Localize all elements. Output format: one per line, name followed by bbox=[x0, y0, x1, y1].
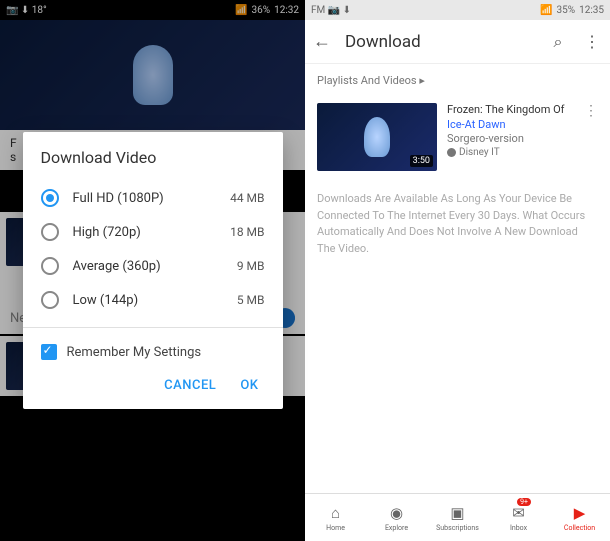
quality-option-average[interactable]: Average (360p) 9 MB bbox=[23, 249, 283, 283]
inbox-badge: 9+ bbox=[517, 498, 531, 506]
inbox-icon: ✉ bbox=[512, 504, 525, 522]
back-button[interactable]: ← bbox=[313, 31, 331, 52]
download-meta: Frozen: The Kingdom Of Ice-At Dawn Sorge… bbox=[447, 103, 574, 171]
remember-settings-row[interactable]: Remember My Settings bbox=[23, 338, 283, 364]
nav-home[interactable]: ⌂ Home bbox=[305, 494, 366, 541]
item-title: Frozen: The Kingdom Of bbox=[447, 103, 574, 117]
search-icon[interactable]: ⌕ bbox=[548, 32, 568, 52]
status-icons: FM 📷 ⬇ bbox=[311, 5, 351, 16]
nav-explore[interactable]: ◉ Explore bbox=[366, 494, 427, 541]
item-version: Sorgero-version bbox=[447, 132, 574, 145]
channel-name: Disney IT bbox=[459, 147, 500, 158]
option-label: Low (144p) bbox=[73, 293, 237, 308]
radio-icon bbox=[41, 291, 59, 309]
dialog-divider bbox=[23, 327, 283, 328]
duration-badge: 3:50 bbox=[410, 155, 433, 167]
cancel-button[interactable]: CANCEL bbox=[164, 378, 216, 393]
remember-label: Remember My Settings bbox=[67, 345, 202, 360]
option-size: 9 MB bbox=[237, 259, 265, 273]
nav-label: Collection bbox=[564, 524, 595, 532]
dialog-overlay: Download Video Full HD (1080P) 44 MB Hig… bbox=[0, 0, 305, 541]
filter-dropdown[interactable]: Playlists And Videos ▸ bbox=[305, 64, 610, 97]
dialog-actions: CANCEL OK bbox=[23, 364, 283, 393]
download-thumb: 3:50 bbox=[317, 103, 437, 171]
quality-option-low[interactable]: Low (144p) 5 MB bbox=[23, 283, 283, 317]
nav-label: Home bbox=[326, 524, 345, 532]
checkbox-icon bbox=[41, 344, 57, 360]
home-icon: ⌂ bbox=[331, 504, 340, 522]
signal-icon: 📶 bbox=[540, 5, 552, 16]
nav-label: Subscriptions bbox=[436, 524, 479, 532]
nav-subscriptions[interactable]: ▣ Subscriptions bbox=[427, 494, 488, 541]
nav-label: Explore bbox=[385, 524, 408, 532]
battery-pct: 35% bbox=[557, 5, 576, 16]
ok-button[interactable]: OK bbox=[240, 378, 258, 393]
item-more-icon[interactable]: ⋮ bbox=[584, 103, 598, 171]
clock: 12:35 bbox=[579, 5, 604, 16]
option-size: 44 MB bbox=[230, 191, 264, 205]
item-channel: Disney IT bbox=[447, 147, 574, 158]
dialog-title: Download Video bbox=[23, 148, 283, 181]
download-info-text: Downloads Are Available As Long As Your … bbox=[305, 177, 610, 271]
collection-icon: ▶ bbox=[574, 504, 586, 522]
subscriptions-icon: ▣ bbox=[450, 504, 464, 522]
radio-icon bbox=[41, 257, 59, 275]
explore-icon: ◉ bbox=[390, 504, 403, 522]
verified-icon bbox=[447, 148, 456, 157]
quality-option-fullhd[interactable]: Full HD (1080P) 44 MB bbox=[23, 181, 283, 215]
left-phone: 📷 ⬇ 18° 📶 36% 12:32 F s Next Videos Auto… bbox=[0, 0, 305, 541]
option-size: 5 MB bbox=[237, 293, 265, 307]
radio-icon bbox=[41, 189, 59, 207]
option-label: Average (360p) bbox=[73, 259, 237, 274]
more-icon[interactable]: ⋮ bbox=[582, 32, 602, 51]
item-subtitle: Ice-At Dawn bbox=[447, 118, 574, 131]
spacer bbox=[305, 271, 610, 493]
nav-inbox[interactable]: ✉ Inbox 9+ bbox=[488, 494, 549, 541]
thumb-art bbox=[364, 117, 390, 157]
download-dialog: Download Video Full HD (1080P) 44 MB Hig… bbox=[23, 132, 283, 409]
nav-label: Inbox bbox=[510, 524, 527, 532]
nav-collection[interactable]: ▶ Collection bbox=[549, 494, 610, 541]
quality-option-high[interactable]: High (720p) 18 MB bbox=[23, 215, 283, 249]
radio-icon bbox=[41, 223, 59, 241]
option-label: High (720p) bbox=[73, 225, 231, 240]
bottom-nav: ⌂ Home ◉ Explore ▣ Subscriptions ✉ Inbox… bbox=[305, 493, 610, 541]
status-bar-right: FM 📷 ⬇ 📶 35% 12:35 bbox=[305, 0, 610, 20]
page-title: Download bbox=[345, 32, 534, 52]
app-bar: ← Download ⌕ ⋮ bbox=[305, 20, 610, 64]
right-phone: FM 📷 ⬇ 📶 35% 12:35 ← Download ⌕ ⋮ Playli… bbox=[305, 0, 610, 541]
option-label: Full HD (1080P) bbox=[73, 191, 231, 206]
option-size: 18 MB bbox=[230, 225, 264, 239]
download-item[interactable]: 3:50 Frozen: The Kingdom Of Ice-At Dawn … bbox=[305, 97, 610, 177]
